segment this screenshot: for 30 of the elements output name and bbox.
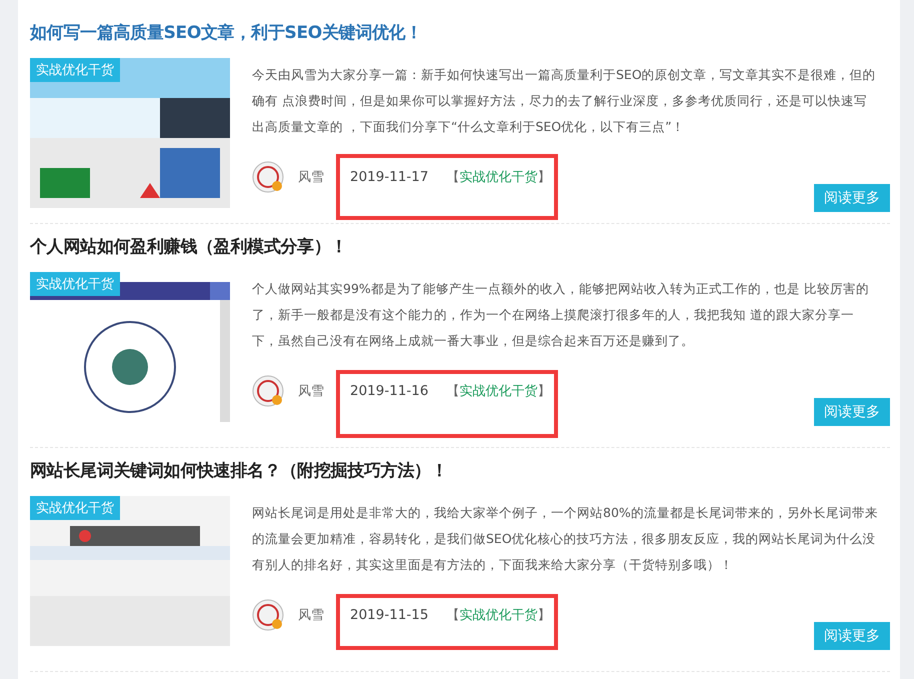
category-badge: 实战优化干货 bbox=[30, 58, 120, 82]
read-more-button[interactable]: 阅读更多 bbox=[814, 622, 890, 650]
bracket-mark: 【 bbox=[446, 608, 460, 623]
category-link[interactable]: 实战优化干货 bbox=[459, 170, 538, 185]
read-more-button[interactable]: 阅读更多 bbox=[814, 398, 890, 426]
post-title[interactable]: 如何写一篇高质量SEO文章，利于SEO关键词优化！ bbox=[30, 20, 890, 46]
bracket-mark: 】 bbox=[537, 608, 550, 623]
read-more-button[interactable]: 阅读更多 bbox=[814, 184, 890, 212]
post-date: 2019-11-15 bbox=[350, 607, 428, 623]
category-badge: 实战优化干货 bbox=[30, 272, 120, 296]
category-link[interactable]: 实战优化干货 bbox=[459, 384, 538, 399]
category-badge: 实战优化干货 bbox=[30, 496, 120, 520]
bracket-mark: 【 bbox=[446, 384, 460, 399]
post-title[interactable]: 网站长尾词关键词如何快速排名？（附挖掘技巧方法）！ bbox=[30, 458, 890, 484]
category-link[interactable]: 实战优化干货 bbox=[459, 608, 538, 623]
bracket-mark: 【 bbox=[446, 170, 460, 185]
author-name: 风雪 bbox=[298, 383, 324, 400]
bracket-mark: 】 bbox=[537, 384, 550, 399]
seo-avatar-icon bbox=[252, 599, 284, 631]
seo-avatar-icon bbox=[252, 161, 284, 193]
post-excerpt: 网站长尾词是用处是非常大的，我给大家举个例子，一个网站80%的流量都是长尾词带来的，另外长尾词带来的流量会更加精准，容易转化，是我们做SEO优化核心的技巧方法，很多朋友反应，我的网站长尾词为什么没有别人的排名好，其实这里面是有方法的，下面我来给大家分享（干货特别多哦）！ bbox=[252, 504, 879, 574]
post-excerpt: 个人做网站其实99%都是为了能够产生一点额外的收入，能够把网站收入转为正式工作的，也是 比较厉害的了，新手一般都是没有这个能力的，作为一个在网络上摸爬滚打很多年的人，我把我知 道的跟大家分享一下，虽然自己没有在网络上成就一番大事业，但是综合起来百万还是赚到了。 bbox=[252, 280, 870, 350]
post-date: 2019-11-17 bbox=[350, 169, 428, 185]
post-date: 2019-11-16 bbox=[350, 383, 428, 399]
author-name: 风雪 bbox=[298, 607, 324, 624]
author-name: 风雪 bbox=[298, 169, 324, 186]
seo-avatar-icon bbox=[252, 375, 284, 407]
bracket-mark: 】 bbox=[537, 170, 550, 185]
post-excerpt: 今天由风雪为大家分享一篇：新手如何快速写出一篇高质量利于SEO的原创文章，写文章其实不是很难，但的确有 点浪费时间，但是如果你可以掌握好方法，尽力的去了解行业深度，多参考优质同行，还是可以快速写出高质量文章的 ，下面我们分享下“什么文章利于SEO优化，以下有三点”！ bbox=[252, 66, 877, 136]
post-title[interactable]: 个人网站如何盈利赚钱（盈利模式分享）！ bbox=[30, 234, 890, 260]
